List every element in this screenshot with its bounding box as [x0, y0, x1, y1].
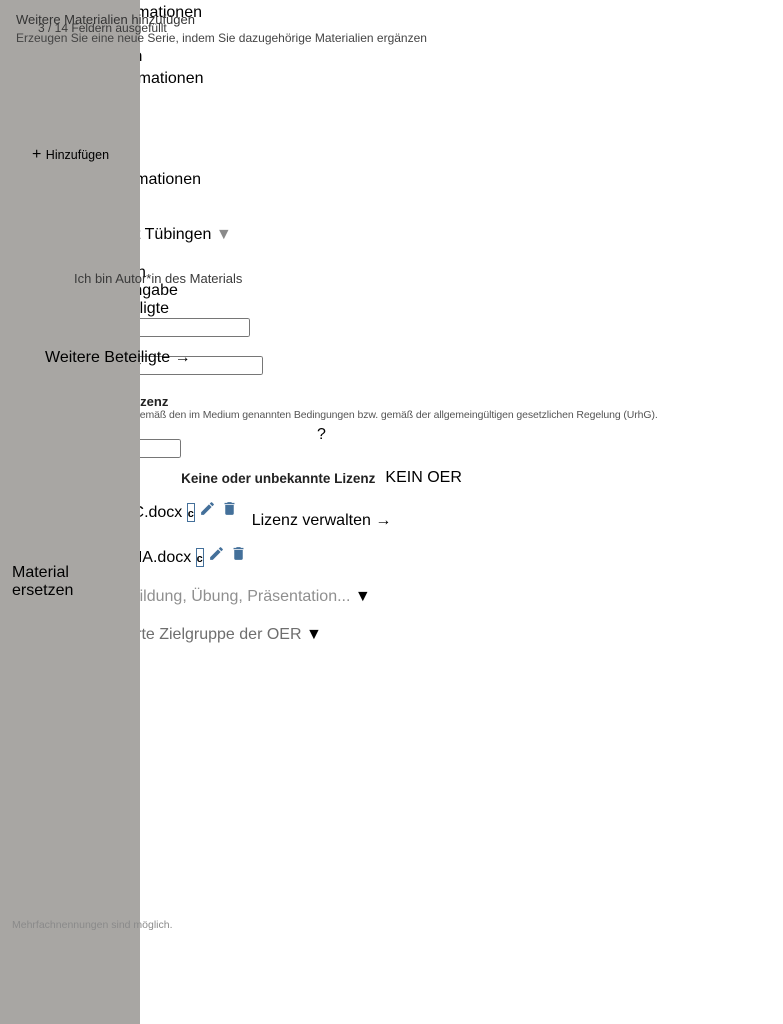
license-icon-row: ?: [0, 426, 643, 444]
arrow-right-icon: →: [175, 349, 191, 366]
license-name: Keine oder unbekannte Lizenz: [181, 471, 375, 486]
question-mark-icon: ?: [317, 426, 326, 444]
more-contributors-label: Weitere Beteiligte: [45, 349, 170, 366]
author-self-row: Ich bin Autor*in des Materials: [62, 271, 242, 286]
progress-text: 3 / 14 Feldern ausgefüllt: [38, 21, 167, 35]
plus-icon: +: [32, 146, 41, 163]
chevron-down-icon[interactable]: ▼: [355, 588, 371, 605]
arrow-right-icon: →: [375, 512, 391, 529]
replace-material-button[interactable]: Material ersetzen: [12, 564, 120, 600]
manage-license-link[interactable]: Lizenz verwalten →: [252, 512, 392, 530]
screen: Allgemeine Informationen Didaktik Klassi…: [0, 0, 783, 1024]
trash-icon[interactable]: [230, 549, 247, 566]
license-name-row: Keine oder unbekannte Lizenz KEIN OER: [0, 469, 643, 487]
kein-oer-badge: KEIN OER: [385, 469, 461, 487]
add-material-link[interactable]: + Hinzufügen: [32, 146, 109, 164]
material-type-hint: Mehrfachnennungen sind möglich.: [12, 919, 173, 931]
file-actions: c: [196, 548, 247, 567]
license-manage-row: Lizenz verwalten →: [0, 512, 643, 530]
chevron-down-icon[interactable]: ▼: [216, 226, 232, 243]
edit-pencil-icon[interactable]: [208, 549, 229, 566]
author-self-label: Ich bin Autor*in des Materials: [74, 271, 242, 286]
copyright-icon[interactable]: c: [196, 548, 204, 567]
more-contributors-link[interactable]: Weitere Beteiligte →: [45, 349, 191, 367]
add-material-label: Hinzufügen: [46, 148, 109, 162]
manage-license-label: Lizenz verwalten: [252, 512, 371, 529]
chevron-down-icon[interactable]: ▼: [306, 626, 322, 643]
